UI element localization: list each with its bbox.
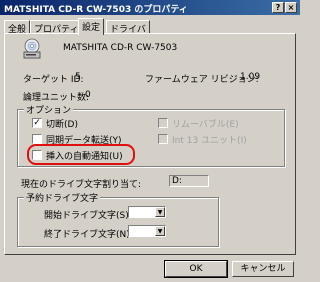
removable-checkbox [158,118,168,128]
end-drive-label: 終了ドライブ文字(N): [44,230,133,240]
close-button[interactable]: × [285,2,297,13]
reserved-legend: 予約ドライブ文字 [24,191,101,204]
end-drive-select[interactable]: ▼ [128,225,166,237]
lun-label: 論理ユニット数: [23,93,90,103]
target-id-value: 5 [75,72,81,82]
ok-button[interactable]: OK [164,260,228,278]
help-button[interactable]: ? [272,2,284,13]
title-bar: MATSHITA CD-R CW-7503 のプロパティ ? × [0,0,300,15]
disconnect-label: 切断(D) [46,120,78,130]
tab-properties[interactable]: プロパティ [30,20,83,35]
sync-transfer-checkbox[interactable] [32,134,42,144]
current-drive-value: D: [172,176,182,186]
tab-settings[interactable]: 設定 [78,18,105,35]
start-drive-label: 開始ドライブ文字(S): [44,211,132,221]
int13-checkbox [158,134,168,144]
current-drive-label: 現在のドライブ文字割り当て: [21,180,142,190]
tab-driver[interactable]: ドライバ [106,20,150,35]
reserved-drive-group: 予約ドライブ文字 開始ドライブ文字(S): ▼ 終了ドライブ文字(N): ▼ [17,191,219,247]
chevron-down-icon[interactable]: ▼ [155,207,165,217]
firmware-value: 1.09 [240,72,261,82]
window-title: MATSHITA CD-R CW-7503 のプロパティ [4,5,188,15]
current-drive-field: D: [169,175,209,187]
lun-value: 0 [85,90,91,100]
highlight-annotation [27,144,135,165]
cancel-button[interactable]: キャンセル [232,261,294,277]
options-legend: オプション [24,103,74,116]
chevron-down-icon[interactable]: ▼ [155,226,165,236]
removable-label: リムーバブル(E) [172,120,239,130]
start-drive-select[interactable]: ▼ [128,206,166,218]
disconnect-checkbox[interactable]: ✓ [32,118,42,128]
cd-drive-icon [21,38,43,60]
device-name: MATSHITA CD-R CW-7503 [63,43,178,53]
int13-label: Int 13 ユニット(I) [172,136,247,146]
tab-general[interactable]: 全般 [4,20,31,35]
settings-panel: MATSHITA CD-R CW-7503 ターゲット ID: 5 ファームウェ… [4,33,296,255]
